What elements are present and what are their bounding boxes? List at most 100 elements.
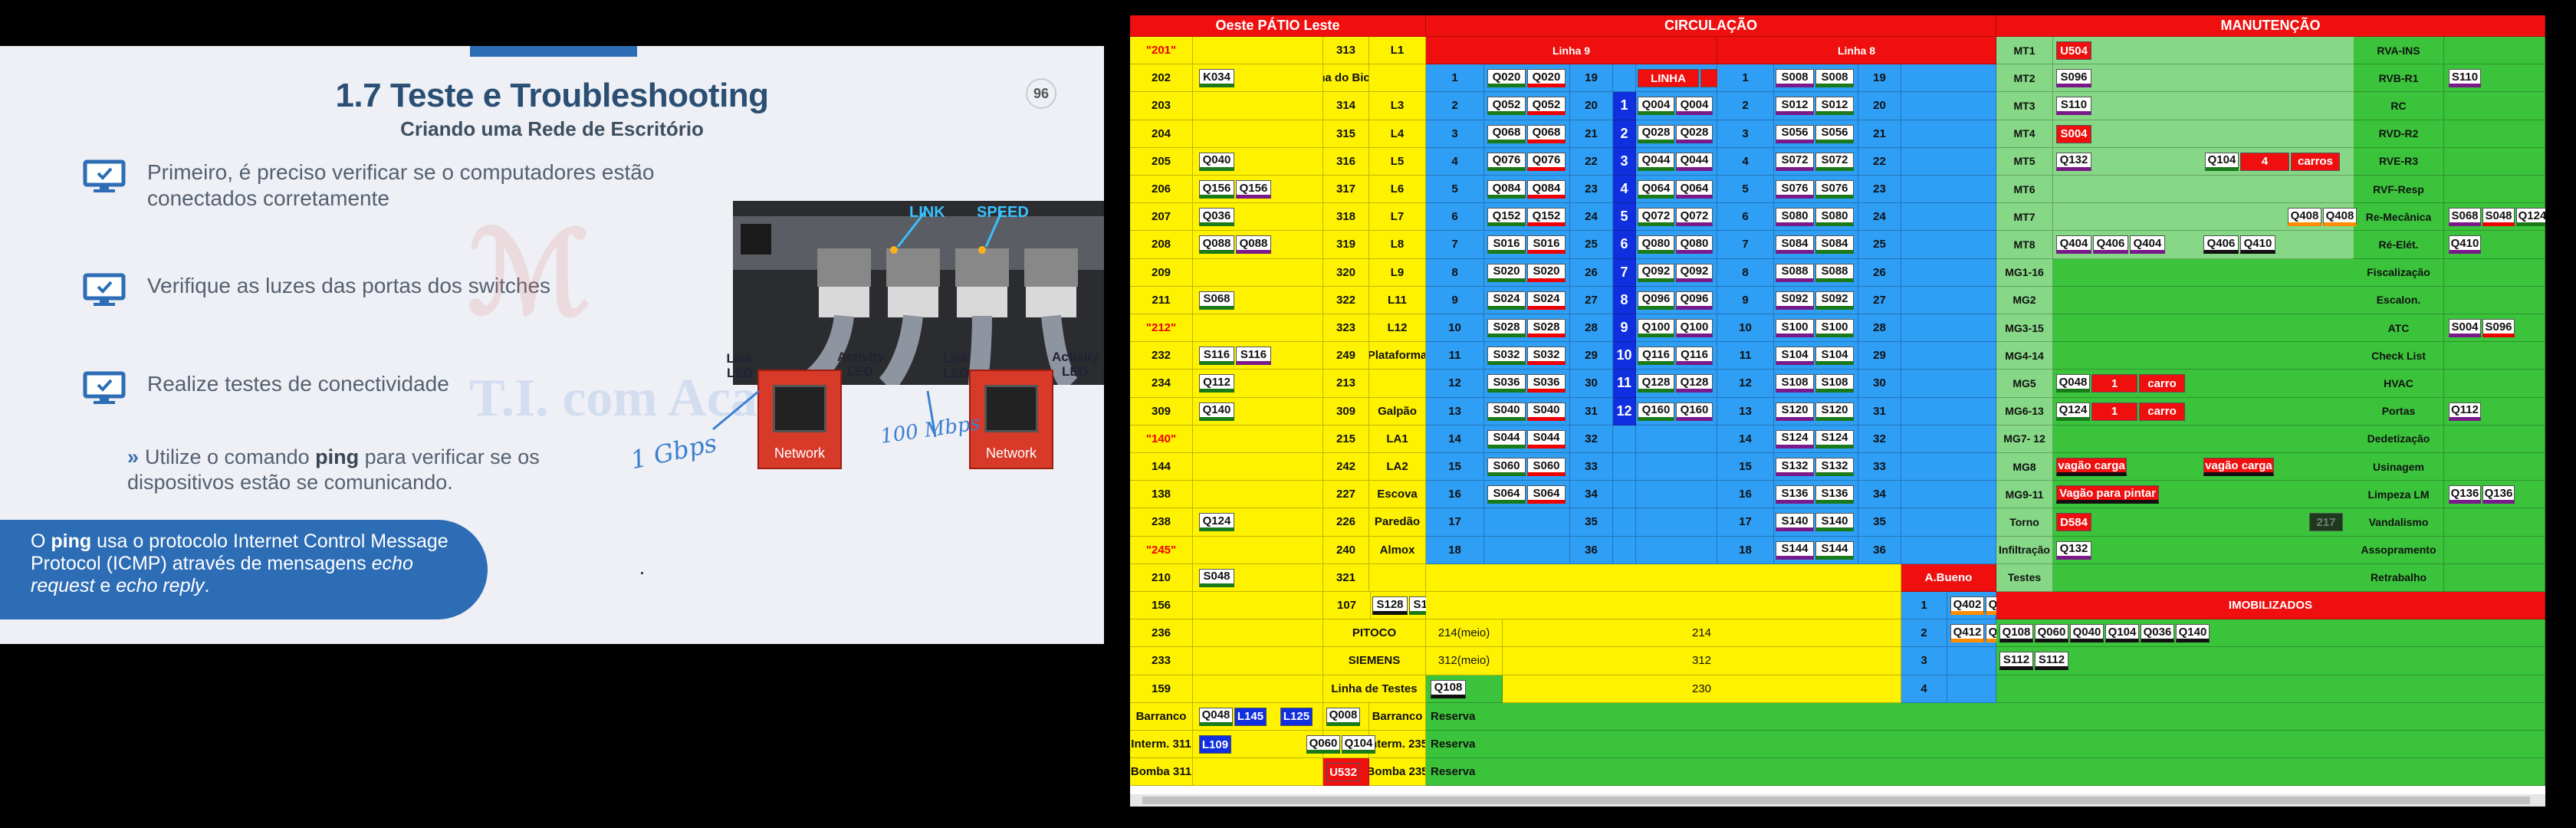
manut-name[interactable]: Usinagem [2354, 453, 2444, 481]
linha8-extra[interactable] [1901, 92, 1996, 120]
patio-track-cell[interactable] [1369, 564, 1426, 592]
patio-id-cell[interactable]: 156 [1130, 592, 1193, 620]
patio-number-cell[interactable]: 313 [1323, 37, 1369, 65]
linha10-vehicle-tag[interactable]: Q072 [1638, 208, 1674, 227]
linha8-vehicle-tag[interactable]: S124 [1776, 429, 1814, 449]
linha8-extra[interactable] [1901, 64, 1996, 93]
patio-vehicle-tag[interactable]: Q112 [1199, 374, 1234, 393]
patio-id-cell[interactable]: 238 [1130, 508, 1193, 537]
manut-note[interactable]: vagão carga [2203, 458, 2274, 476]
linha10-vehicle-tag[interactable]: Q160 [1676, 402, 1713, 421]
patio-tag-cell[interactable] [1193, 120, 1323, 148]
linha10-header[interactable]: LINHA [1638, 69, 1699, 88]
linha9-pos[interactable]: 11 [1426, 342, 1484, 370]
linha9-tags[interactable] [1484, 508, 1570, 537]
abueno-tags[interactable] [1947, 675, 1996, 703]
linha8-pos[interactable]: 18 [1717, 536, 1774, 564]
patio-track-cell[interactable]: LA1 [1369, 425, 1426, 453]
manut-right[interactable] [2444, 370, 2545, 398]
linha10-pos[interactable] [1613, 536, 1636, 564]
manut-code[interactable]: MT1 [1996, 37, 2053, 65]
linha9-vehicle-tag[interactable]: S040 [1527, 402, 1566, 421]
linha8-vehicle-tag[interactable]: S140 [1776, 513, 1814, 532]
linha10-vehicle-tag[interactable]: Q004 [1676, 97, 1713, 116]
manut-code[interactable]: MG2 [1996, 286, 2053, 314]
linha8-pos[interactable]: 17 [1717, 508, 1774, 537]
linha8-vehicle-tag[interactable]: S088 [1815, 263, 1854, 282]
abueno-pos[interactable]: 1 [1901, 592, 1947, 620]
linha9-pos2[interactable]: 31 [1570, 397, 1613, 426]
patio-track-cell[interactable]: L9 [1369, 258, 1426, 287]
linha8-pos[interactable]: 11 [1717, 342, 1774, 370]
linha8-pos[interactable]: 6 [1717, 203, 1774, 232]
patio-number-cell[interactable]: 323 [1323, 314, 1369, 343]
linha10-pos[interactable]: 2 [1613, 120, 1636, 148]
patio-vehicle-tag[interactable]: Q124 [1199, 513, 1234, 532]
patio-id-cell[interactable]: "201" [1130, 37, 1193, 65]
linha8-vehicle-tag[interactable]: S076 [1776, 180, 1814, 199]
linha8-vehicle-tag[interactable]: S140 [1815, 513, 1854, 532]
manut-name[interactable]: HVAC [2354, 370, 2444, 398]
patio-tag-cell[interactable] [1193, 592, 1323, 620]
linha8-vehicle-tag[interactable]: S084 [1776, 235, 1814, 255]
linha8-pos2[interactable]: 29 [1858, 342, 1901, 370]
patio-track-cell[interactable]: Paredão [1369, 508, 1426, 537]
manut-right[interactable] [2444, 120, 2545, 148]
patio-tag-cell[interactable] [1193, 453, 1323, 481]
linha10-tags[interactable] [1636, 481, 1717, 509]
manut-note[interactable]: carro [2139, 374, 2185, 393]
pitoco-value[interactable]: 214 [1503, 619, 1901, 648]
linha8-vehicle-tag[interactable]: S136 [1815, 485, 1854, 504]
scrollbar-thumb[interactable] [1142, 797, 2530, 804]
linha9-vehicle-tag[interactable]: Q020 [1527, 69, 1566, 88]
patio-id-cell[interactable]: 204 [1130, 120, 1193, 148]
patio-vehicle-tag[interactable]: Q088 [1199, 235, 1234, 255]
manut-name[interactable]: Fiscalização [2354, 258, 2444, 287]
linha10-tags[interactable] [1636, 508, 1717, 537]
patio-number-cell[interactable]: 249 [1323, 342, 1369, 370]
linha10-pos[interactable] [1613, 425, 1636, 453]
manut-code[interactable]: Testes [1996, 564, 2053, 592]
linha9-pos[interactable]: 4 [1426, 147, 1484, 176]
patio-id-cell[interactable]: 211 [1130, 286, 1193, 314]
reserva-cell[interactable]: Reserva [1426, 702, 2545, 731]
manut-right-tag[interactable]: Q410 [2449, 235, 2481, 255]
manut-right[interactable] [2444, 536, 2545, 564]
linha9-vehicle-tag[interactable]: S036 [1487, 374, 1526, 393]
testes-value[interactable]: 230 [1503, 675, 1901, 703]
linha10-vehicle-tag[interactable]: Q004 [1638, 97, 1674, 116]
manut-name[interactable]: ATC [2354, 314, 2444, 343]
linha8-vehicle-tag[interactable]: S008 [1815, 69, 1854, 88]
patio-vehicle-tag[interactable]: Q040 [1199, 152, 1234, 171]
patio-vehicle-tag[interactable]: Q036 [1199, 208, 1234, 227]
linha9-vehicle-tag[interactable]: S016 [1487, 235, 1526, 255]
patio-number-cell[interactable]: 318 [1323, 203, 1369, 232]
linha8-extra[interactable] [1901, 342, 1996, 370]
header-imobilizados[interactable]: IMOBILIZADOS [1996, 592, 2545, 620]
linha10-vehicle-tag[interactable]: Q044 [1676, 152, 1713, 171]
linha8-pos[interactable]: 4 [1717, 147, 1774, 176]
linha10-vehicle-tag[interactable]: Q092 [1676, 263, 1713, 282]
patio-tag-cell[interactable] [1193, 425, 1323, 453]
patio-id-cell[interactable]: 138 [1130, 481, 1193, 509]
linha9-vehicle-tag[interactable]: Q020 [1487, 69, 1526, 88]
linha8-pos[interactable]: 3 [1717, 120, 1774, 148]
linha9-vehicle-tag[interactable]: S024 [1487, 291, 1526, 310]
manut-tag[interactable]: S096 [2056, 69, 2091, 88]
patio-track-cell[interactable]: Galpão [1369, 397, 1426, 426]
manut-tag[interactable]: S004 [2056, 124, 2091, 143]
patio-vehicle-tag[interactable]: S116 [1199, 347, 1234, 366]
linha10-pos[interactable]: 9 [1613, 314, 1636, 343]
manut-code[interactable]: MT5 [1996, 147, 2053, 176]
imobilizados-tag[interactable]: Q140 [2176, 624, 2210, 643]
linha10-pos[interactable]: 7 [1613, 258, 1636, 287]
patio-track-cell[interactable]: Escova [1369, 481, 1426, 509]
linha8-extra[interactable] [1901, 286, 1996, 314]
linha10-vehicle-tag[interactable]: Q116 [1638, 347, 1674, 366]
linha8-pos[interactable]: 1 [1717, 64, 1774, 93]
linha10-vehicle-tag[interactable]: Q116 [1676, 347, 1713, 366]
linha8-pos2[interactable]: 26 [1858, 258, 1901, 287]
linha8-pos[interactable]: 7 [1717, 231, 1774, 259]
manut-name[interactable]: Vandalismo [2354, 508, 2444, 537]
linha8-pos2[interactable]: 19 [1858, 64, 1901, 93]
